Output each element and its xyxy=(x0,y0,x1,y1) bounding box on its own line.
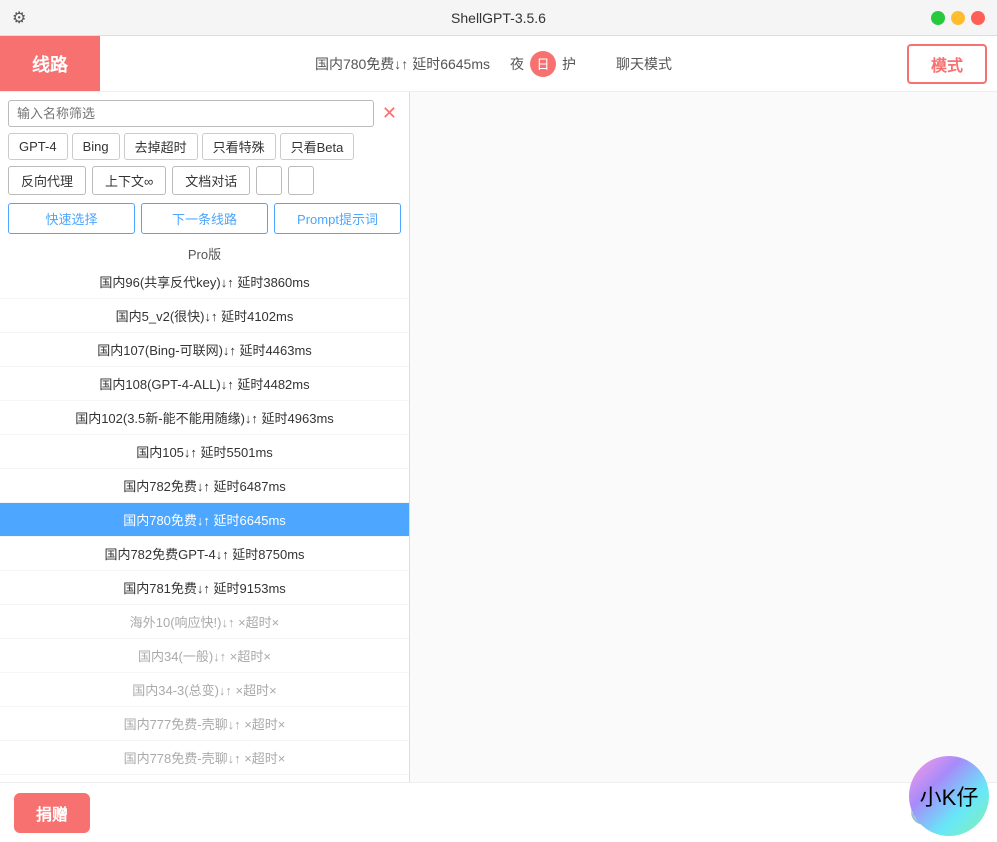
quick-select-btn[interactable]: 快速选择 xyxy=(8,203,135,234)
filter-gpt4[interactable]: GPT-4 xyxy=(8,133,68,160)
route-item[interactable]: 国内108(GPT-4-ALL)↓↑ 延时4482ms xyxy=(0,367,409,401)
window-controls xyxy=(931,11,985,25)
mascot-area: 小K仔 xyxy=(817,752,997,842)
chat-mode-label: 聊天模式 xyxy=(596,54,692,74)
title-bar: ⚙ ShellGPT-3.5.6 xyxy=(0,0,997,36)
route-item[interactable]: 国内782免费GPT-4↓↑ 延时8750ms xyxy=(0,537,409,571)
day-button[interactable]: 日 xyxy=(530,51,556,77)
route-item[interactable]: 国内781免费↓↑ 延时9153ms xyxy=(0,571,409,605)
nav-center: 国内780免费↓↑ 延时6645ms 夜 日 护 聊天模式 xyxy=(100,51,907,77)
search-clear-icon[interactable]: ✕ xyxy=(378,101,401,126)
mode-button[interactable]: 模式 xyxy=(907,44,987,84)
night-label: 夜 xyxy=(510,54,524,74)
night-day-toggle: 夜 日 护 xyxy=(510,51,576,77)
route-item[interactable]: 海外10(响应快!)↓↑ ×超时× xyxy=(0,605,409,639)
maximize-button[interactable] xyxy=(931,11,945,25)
route-item[interactable]: 国内34-3(总变)↓↑ ×超时× xyxy=(0,673,409,707)
top-nav: 线路 国内780免费↓↑ 延时6645ms 夜 日 护 聊天模式 模式 xyxy=(0,36,997,92)
protect-label: 护 xyxy=(562,54,576,74)
prompt-btn[interactable]: Prompt提示词 xyxy=(274,203,401,234)
minimize-button[interactable] xyxy=(951,11,965,25)
close-button[interactable] xyxy=(971,11,985,25)
context-btn[interactable]: 上下文∞ xyxy=(92,166,166,195)
quick-row: 快速选择 下一条线路 Prompt提示词 xyxy=(0,199,409,238)
extra-btn-2[interactable] xyxy=(288,166,314,195)
route-item[interactable]: 国内778免费-壳聊↓↑ ×超时× xyxy=(0,741,409,775)
left-panel: ✕ GPT-4 Bing 去掉超时 只看特殊 只看Beta 反向代理 上下文∞ … xyxy=(0,92,410,842)
filter-special-only[interactable]: 只看特殊 xyxy=(202,133,276,160)
chat-area xyxy=(410,92,997,782)
route-list[interactable]: 国内96(共享反代key)↓↑ 延时3860ms国内5_v2(很快)↓↑ 延时4… xyxy=(0,265,409,842)
route-item[interactable]: 国内105↓↑ 延时5501ms xyxy=(0,435,409,469)
route-item[interactable]: 国内102(3.5新-能不能用随缘)↓↑ 延时4963ms xyxy=(0,401,409,435)
filter-row: GPT-4 Bing 去掉超时 只看特殊 只看Beta xyxy=(0,131,409,162)
current-route-info: 国内780免费↓↑ 延时6645ms xyxy=(315,54,490,74)
doc-dialog-btn[interactable]: 文档对话 xyxy=(172,166,250,195)
filter-bing[interactable]: Bing xyxy=(72,133,120,160)
route-item[interactable]: 国内96(共享反代key)↓↑ 延时3860ms xyxy=(0,265,409,299)
routes-tab[interactable]: 线路 xyxy=(0,36,100,91)
search-bar: ✕ xyxy=(0,92,409,131)
gear-icon[interactable]: ⚙ xyxy=(12,8,26,28)
filter-remove-timeout[interactable]: 去掉超时 xyxy=(124,133,198,160)
extra-btn-1[interactable] xyxy=(256,166,282,195)
reverse-proxy-btn[interactable]: 反向代理 xyxy=(8,166,86,195)
route-item[interactable]: 国内782免费↓↑ 延时6487ms xyxy=(0,469,409,503)
routes-tab-label: 线路 xyxy=(32,51,68,77)
action-row: 反向代理 上下文∞ 文档对话 xyxy=(0,162,409,199)
route-item[interactable]: 国内5_v2(很快)↓↑ 延时4102ms xyxy=(0,299,409,333)
app-title: ShellGPT-3.5.6 xyxy=(451,10,546,26)
right-panel: 🕐 清理 小K仔 xyxy=(410,92,997,842)
route-item[interactable]: 国内107(Bing-可联网)↓↑ 延时4463ms xyxy=(0,333,409,367)
search-input[interactable] xyxy=(8,100,374,127)
route-item[interactable]: 国内777免费-壳聊↓↑ ×超时× xyxy=(0,707,409,741)
bottom-bar: 捐赠 xyxy=(0,782,410,842)
mascot-icon: 小K仔 xyxy=(909,756,989,836)
route-item[interactable]: 国内34(一般)↓↑ ×超时× xyxy=(0,639,409,673)
pro-label: Pro版 xyxy=(0,238,409,265)
next-route-btn[interactable]: 下一条线路 xyxy=(141,203,268,234)
main-content: ✕ GPT-4 Bing 去掉超时 只看特殊 只看Beta 反向代理 上下文∞ … xyxy=(0,92,997,842)
donate-button[interactable]: 捐赠 xyxy=(14,793,90,833)
route-item[interactable]: 国内780免费↓↑ 延时6645ms xyxy=(0,503,409,537)
filter-beta-only[interactable]: 只看Beta xyxy=(280,133,355,160)
